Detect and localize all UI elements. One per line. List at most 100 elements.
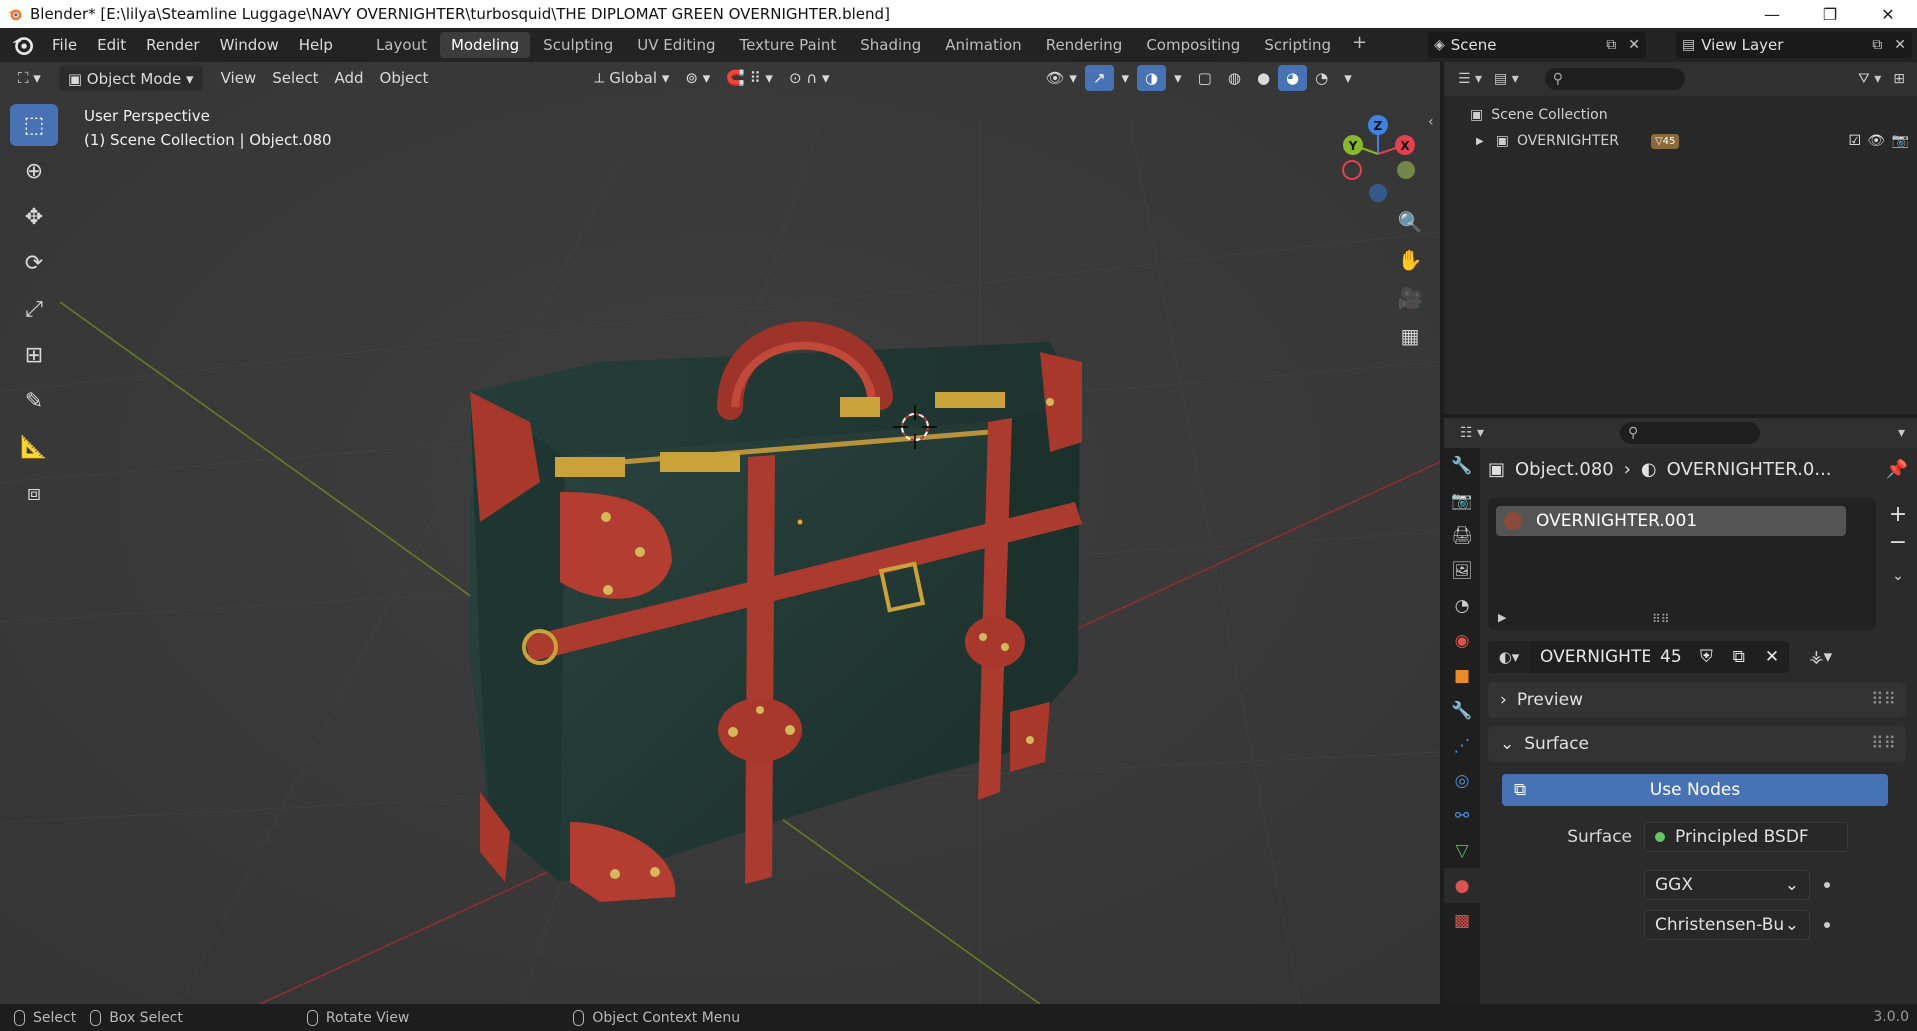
- viewport-menu-add[interactable]: Add: [326, 65, 371, 91]
- outliner-scene-collection[interactable]: ▣ Scene Collection: [1444, 102, 1917, 128]
- shading-material-icon[interactable]: ◕: [1278, 65, 1308, 91]
- close-button[interactable]: ✕: [1859, 0, 1917, 28]
- new-view-layer-icon[interactable]: ⧉: [1866, 37, 1888, 53]
- physics-tab-icon[interactable]: ◎: [1444, 763, 1480, 798]
- tab-modeling[interactable]: Modeling: [439, 32, 531, 58]
- remove-slot-button[interactable]: −: [1884, 528, 1912, 556]
- material-tab-icon[interactable]: ●: [1444, 868, 1480, 903]
- list-expand-icon[interactable]: ▶: [1498, 611, 1506, 624]
- unlink-material-icon[interactable]: ✕: [1754, 641, 1790, 673]
- use-nodes-button[interactable]: ⧉ Use Nodes: [1502, 774, 1888, 806]
- distribution-dropdown[interactable]: GGX ⌄: [1644, 870, 1810, 900]
- display-mode-icon[interactable]: ▤ ▾: [1488, 71, 1525, 87]
- filter-icon[interactable]: ⛛ ▾: [1852, 71, 1887, 87]
- slot-specials-button[interactable]: ⌄: [1884, 562, 1912, 590]
- properties-options-icon[interactable]: ▾: [1892, 425, 1911, 441]
- tab-uv-editing[interactable]: UV Editing: [626, 32, 726, 58]
- proportional-edit-icon[interactable]: ⊙ ∩ ▾: [781, 65, 838, 91]
- drag-handle-icon[interactable]: ⠿⠿: [1871, 734, 1896, 754]
- render-tab-icon[interactable]: 📷: [1444, 483, 1480, 518]
- tab-sculpting[interactable]: Sculpting: [532, 32, 624, 58]
- sidebar-toggle-icon[interactable]: ‹: [1428, 114, 1434, 130]
- minimize-button[interactable]: —: [1743, 0, 1801, 28]
- drag-handle-icon[interactable]: ⠿⠿: [1871, 690, 1896, 710]
- surface-shader-selector[interactable]: Principled BSDF: [1644, 822, 1848, 852]
- socket-dot-icon[interactable]: [1824, 922, 1830, 928]
- material-name-field[interactable]: OVERNIGHTE...: [1530, 641, 1668, 673]
- shading-dropdown-icon[interactable]: ▾: [1336, 65, 1360, 91]
- menu-window[interactable]: Window: [210, 32, 289, 58]
- shading-rendered-icon[interactable]: ◔: [1307, 65, 1336, 91]
- transform-orientation-dropdown[interactable]: ⟂ Global ▾: [586, 65, 677, 91]
- tab-scripting[interactable]: Scripting: [1253, 32, 1342, 58]
- camera-view-icon[interactable]: 🎥: [1392, 280, 1428, 316]
- transform-tool-icon[interactable]: ⊞: [10, 334, 58, 376]
- tab-layout[interactable]: Layout: [365, 32, 438, 58]
- data-tab-icon[interactable]: ▽: [1444, 833, 1480, 868]
- viewport-menu-object[interactable]: Object: [372, 65, 437, 91]
- tool-tab-icon[interactable]: 🔧: [1444, 448, 1480, 483]
- visibility-icon[interactable]: 👁 ▾: [1038, 65, 1085, 91]
- browse-material-icon[interactable]: ◐▾: [1488, 641, 1530, 673]
- shading-wireframe-icon[interactable]: ◍: [1220, 65, 1249, 91]
- overlays-toggle-icon[interactable]: ◑: [1137, 65, 1167, 91]
- node-tree-icon[interactable]: ⚶▾: [1809, 647, 1832, 667]
- pan-hand-icon[interactable]: ✋: [1392, 242, 1428, 278]
- menu-render[interactable]: Render: [136, 32, 209, 58]
- add-cube-tool-icon[interactable]: ⧈: [10, 472, 58, 514]
- menu-file[interactable]: File: [42, 32, 87, 58]
- 3d-viewport[interactable]: Z X Y ⛶ ▾ ▣ Object Mode ▾ View Select Ad…: [0, 62, 1440, 1004]
- fake-user-shield-icon[interactable]: ⛨: [1690, 641, 1723, 673]
- tab-shading[interactable]: Shading: [849, 32, 932, 58]
- zoom-icon[interactable]: 🔍: [1392, 204, 1428, 240]
- output-tab-icon[interactable]: 🖨: [1444, 518, 1480, 553]
- view-layer-selector[interactable]: ▤ View Layer ⧉ ✕: [1676, 32, 1912, 58]
- surface-panel-header[interactable]: ⌄ Surface ⠿⠿: [1488, 726, 1906, 762]
- tab-compositing[interactable]: Compositing: [1135, 32, 1251, 58]
- snap-icon[interactable]: 🧲 ⠿ ▾: [718, 65, 781, 91]
- modifier-tab-icon[interactable]: 🔧: [1444, 693, 1480, 728]
- new-scene-icon[interactable]: ⧉: [1600, 37, 1622, 53]
- user-count-badge[interactable]: 45: [1650, 641, 1690, 673]
- outliner-editor-type-icon[interactable]: ☰ ▾: [1452, 71, 1488, 87]
- scene-tab-icon[interactable]: ◔: [1444, 588, 1480, 623]
- view-layer-tab-icon[interactable]: 🖼: [1444, 553, 1480, 588]
- subsurface-method-dropdown[interactable]: Christensen-Burley ⌄: [1644, 910, 1810, 940]
- delete-view-layer-icon[interactable]: ✕: [1888, 37, 1912, 53]
- properties-search-input[interactable]: ⚲: [1620, 422, 1761, 444]
- cursor-tool-icon[interactable]: ⊕: [10, 150, 58, 192]
- render-camera-icon[interactable]: 📷: [1892, 133, 1909, 149]
- viewport-menu-select[interactable]: Select: [264, 65, 326, 91]
- texture-tab-icon[interactable]: ▩: [1444, 903, 1480, 938]
- particles-tab-icon[interactable]: ⋰: [1444, 728, 1480, 763]
- tab-rendering[interactable]: Rendering: [1035, 32, 1134, 58]
- blender-menu-icon[interactable]: [10, 32, 36, 58]
- pivot-point-icon[interactable]: ⊚ ▾: [677, 65, 718, 91]
- constraints-tab-icon[interactable]: ⚯: [1444, 798, 1480, 833]
- object-tab-icon[interactable]: ■: [1444, 658, 1480, 693]
- xray-icon[interactable]: ▢: [1190, 65, 1220, 91]
- gizmo-dropdown-icon[interactable]: ▾: [1114, 65, 1138, 91]
- pin-icon[interactable]: 📌: [1886, 459, 1908, 480]
- maximize-button[interactable]: ❐: [1801, 0, 1859, 28]
- tab-texture-paint[interactable]: Texture Paint: [728, 32, 847, 58]
- overlays-dropdown-icon[interactable]: ▾: [1166, 65, 1190, 91]
- ortho-grid-icon[interactable]: ▦: [1392, 318, 1428, 354]
- object-mode-dropdown[interactable]: ▣ Object Mode ▾: [58, 65, 203, 91]
- select-box-tool-icon[interactable]: ⬚: [10, 104, 58, 146]
- outliner-search-input[interactable]: ⚲: [1544, 68, 1685, 90]
- duplicate-material-icon[interactable]: ⧉: [1722, 641, 1755, 673]
- outliner-item-overnighter[interactable]: ▶ ▣ OVERNIGHTER ▽45 ☑ 👁 📷: [1444, 128, 1917, 154]
- move-tool-icon[interactable]: ✥: [10, 196, 58, 238]
- socket-dot-icon[interactable]: [1824, 882, 1830, 888]
- menu-edit[interactable]: Edit: [87, 32, 136, 58]
- tab-animation[interactable]: Animation: [934, 32, 1032, 58]
- delete-scene-icon[interactable]: ✕: [1622, 37, 1646, 53]
- menu-help[interactable]: Help: [289, 32, 343, 58]
- visibility-eye-icon[interactable]: 👁: [1867, 133, 1885, 149]
- scene-selector[interactable]: ◈ Scene ⧉ ✕: [1428, 32, 1646, 58]
- material-slot-list[interactable]: OVERNIGHTER.001 ▶ ⠿⠿ + − ⌄: [1488, 498, 1907, 630]
- annotate-tool-icon[interactable]: ✎: [10, 380, 58, 422]
- exclude-checkbox[interactable]: ☑: [1848, 133, 1861, 149]
- new-collection-icon[interactable]: ⊞: [1887, 71, 1911, 87]
